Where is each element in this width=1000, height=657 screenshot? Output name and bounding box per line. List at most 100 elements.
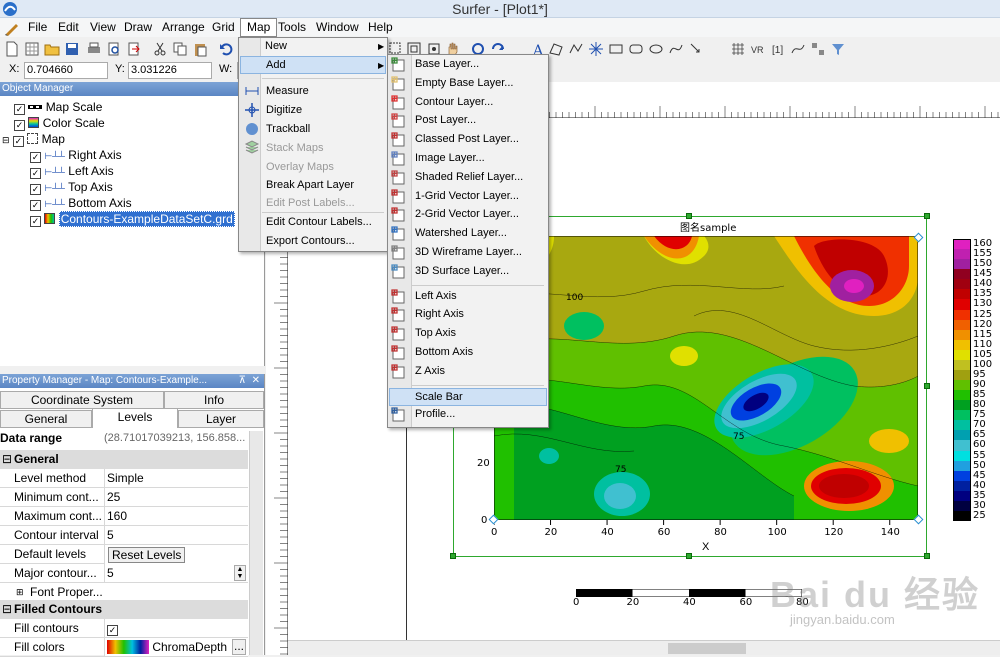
colormap-more-button[interactable]: ... (232, 639, 246, 655)
open-folder-icon[interactable] (44, 41, 60, 57)
add-menu-item-post-layer[interactable]: Post Layer... (415, 112, 476, 130)
add-menu-item-base-layer[interactable]: Base Layer... (415, 56, 479, 74)
contour-map[interactable] (494, 236, 918, 520)
prop-major-contour[interactable]: Major contour... 5 ▲ ▼ (0, 564, 248, 583)
add-menu-item-shaded-relief-layer[interactable]: Shaded Relief Layer... (415, 169, 523, 187)
map-menu-stack-maps[interactable]: Stack Maps (266, 140, 323, 158)
tab-levels[interactable]: Levels (92, 408, 178, 428)
bottom-axis[interactable] (494, 520, 918, 526)
tree-item-left-axis[interactable]: ✓ ⊢┴┴ Left Axis (30, 164, 114, 180)
tree-item-right-axis[interactable]: ✓ ⊢┴┴ Right Axis (30, 148, 122, 164)
selection-handle[interactable] (924, 383, 930, 389)
y-coordinate-field[interactable]: 3.031226 (128, 62, 212, 79)
map-menu-break-apart-layer[interactable]: Break Apart Layer (266, 177, 354, 195)
add-menu-item-classed-post-layer[interactable]: Classed Post Layer... (415, 131, 519, 149)
grid-math-icon[interactable] (790, 41, 806, 57)
cut-icon[interactable] (152, 41, 168, 57)
print-preview-icon[interactable] (106, 41, 122, 57)
add-menu-item-watershed-layer[interactable]: Watershed Layer... (415, 225, 507, 243)
reshape-tool-icon[interactable] (688, 41, 704, 57)
polyline-tool-icon[interactable] (568, 41, 584, 57)
map-menu-overlay-maps[interactable]: Overlay Maps (266, 159, 334, 177)
visibility-checkbox[interactable]: ✓ (14, 120, 25, 131)
selection-handle[interactable] (924, 213, 930, 219)
collapse-icon[interactable]: ⊟ (2, 135, 10, 145)
add-menu-item-image-layer[interactable]: Image Layer... (415, 150, 485, 168)
section-filled-contours[interactable]: ⊟ Filled Contours (0, 600, 248, 619)
add-menu-item-profile[interactable]: Profile... (415, 406, 455, 424)
menu-file[interactable]: File (22, 18, 53, 37)
menu-arrange[interactable]: Arrange (156, 18, 211, 37)
grid-node-editor-icon[interactable] (730, 41, 746, 57)
tree-item-top-axis[interactable]: ✓ ⊢┴┴ Top Axis (30, 180, 113, 196)
add-menu-item-bottom-axis[interactable]: Bottom Axis (415, 344, 473, 362)
menu-grid[interactable]: Grid (206, 18, 241, 37)
map-menu-digitize[interactable]: Digitize (266, 102, 302, 120)
menu-edit[interactable]: Edit (52, 18, 85, 37)
fill-contours-checkbox[interactable]: ✓ (107, 625, 118, 636)
rectangle-tool-icon[interactable] (608, 41, 624, 57)
map-scale-bar[interactable] (576, 589, 802, 597)
prop-maximum-contour[interactable]: Maximum cont... 160 (0, 507, 248, 526)
add-menu-item-3d-wireframe-layer[interactable]: 3D Wireframe Layer... (415, 244, 522, 262)
prop-minimum-contour[interactable]: Minimum cont... 25 (0, 488, 248, 507)
menu-help[interactable]: Help (362, 18, 399, 37)
menu-window[interactable]: Window (310, 18, 365, 37)
tab-coordinate-system[interactable]: Coordinate System (0, 391, 164, 409)
prop-fill-colors[interactable]: Fill colors ChromaDepth... (0, 638, 248, 657)
rounded-rect-tool-icon[interactable] (628, 41, 644, 57)
visibility-checkbox[interactable]: ✓ (30, 216, 41, 227)
add-menu-item-scale-bar[interactable]: Scale Bar (389, 387, 547, 406)
map-menu-edit-post-labels[interactable]: Edit Post Labels... (266, 195, 355, 213)
grid-data-icon[interactable]: VR (750, 41, 766, 57)
selection-handle[interactable] (924, 553, 930, 559)
menu-draw[interactable]: Draw (118, 18, 158, 37)
copy-icon[interactable] (172, 41, 188, 57)
grid-filter-icon[interactable] (830, 41, 846, 57)
x-coordinate-field[interactable]: 0.704660 (24, 62, 108, 79)
menu-tools[interactable]: Tools (272, 18, 312, 37)
menu-view[interactable]: View (84, 18, 122, 37)
tree-item-contours-layer[interactable]: ✓ Contours-ExampleDataSetC.grd (30, 211, 235, 227)
close-icon[interactable]: ✕ (252, 374, 260, 387)
map-menu-edit-contour-labels[interactable]: Edit Contour Labels... (266, 214, 372, 232)
tree-item-color-scale[interactable]: ✓ Color Scale (14, 116, 105, 131)
add-menu-item-left-axis[interactable]: Left Axis (415, 288, 457, 306)
collapse-icon[interactable]: ⊟ (2, 600, 12, 618)
add-menu-item-3d-surface-layer[interactable]: 3D Surface Layer... (415, 263, 509, 281)
spline-tool-icon[interactable] (668, 41, 684, 57)
map-menu-add[interactable]: Add (240, 56, 386, 74)
tab-info[interactable]: Info (164, 391, 264, 409)
visibility-checkbox[interactable]: ✓ (12, 136, 24, 147)
tree-item-map-scale[interactable]: ✓ Map Scale (14, 100, 102, 115)
map-menu-export-contours[interactable]: Export Contours... (266, 233, 355, 251)
undo-icon[interactable] (218, 41, 234, 57)
visibility-checkbox[interactable]: ✓ (30, 168, 41, 179)
pin-icon[interactable]: ⊼ (239, 374, 246, 387)
grid-calculus-icon[interactable] (810, 41, 826, 57)
export-icon[interactable] (126, 41, 142, 57)
tree-item-bottom-axis[interactable]: ✓ ⊢┴┴ Bottom Axis (30, 196, 132, 212)
reset-levels-button[interactable]: Reset Levels (108, 547, 186, 563)
grid-function-icon[interactable]: [1] (770, 41, 786, 57)
tab-layer[interactable]: Layer (178, 410, 264, 428)
add-menu-item-top-axis[interactable]: Top Axis (415, 325, 456, 343)
expand-icon[interactable]: ⊞ (16, 583, 24, 601)
spin-stepper[interactable]: ▲ ▼ (234, 565, 246, 581)
prop-fill-contours[interactable]: Fill contours ✓ (0, 619, 248, 638)
add-menu-item-2-grid-vector-layer[interactable]: 2-Grid Vector Layer... (415, 206, 519, 224)
new-worksheet-icon[interactable] (24, 41, 40, 57)
add-menu-item-z-axis[interactable]: Z Axis (415, 363, 445, 381)
section-general[interactable]: ⊟ General (0, 450, 248, 469)
visibility-checkbox[interactable]: ✓ (14, 104, 25, 115)
tree-item-map[interactable]: ⊟ ✓ Map (2, 132, 65, 148)
print-icon[interactable] (86, 41, 102, 57)
prop-contour-interval[interactable]: Contour interval 5 (0, 526, 248, 545)
horizontal-scrollbar[interactable] (288, 640, 1000, 655)
tab-general[interactable]: General (0, 410, 92, 428)
polygon-tool-icon[interactable] (548, 41, 564, 57)
collapse-icon[interactable]: ⊟ (2, 450, 12, 468)
visibility-checkbox[interactable]: ✓ (30, 200, 41, 211)
selection-handle[interactable] (686, 553, 692, 559)
visibility-checkbox[interactable]: ✓ (30, 184, 41, 195)
